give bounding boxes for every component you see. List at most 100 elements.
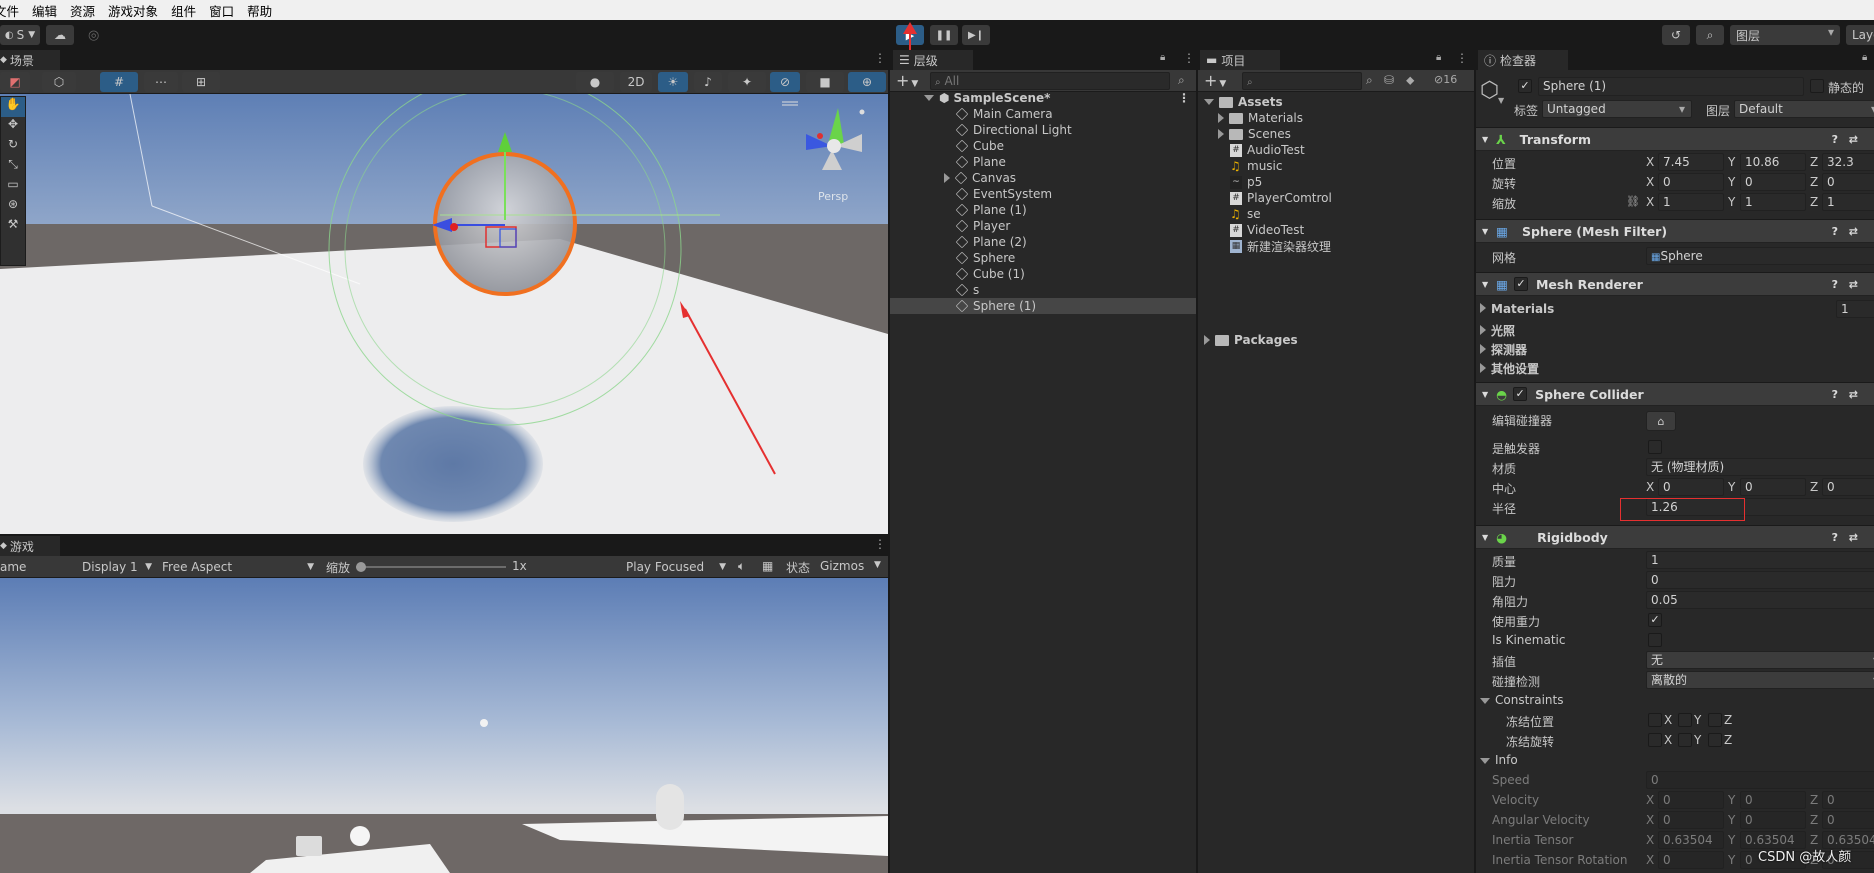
link-icon[interactable]: ⛓ — [1626, 195, 1640, 208]
mass-field[interactable]: 1 — [1646, 551, 1874, 569]
inspector-lock-icon[interactable]: 🔒︎ — [1862, 52, 1867, 63]
game-view-dropdown[interactable]: ame — [0, 557, 70, 577]
materials-count-field[interactable]: 1 — [1836, 300, 1874, 318]
interpolate-dropdown[interactable]: 无 — [1646, 651, 1874, 669]
vector-z-field[interactable]: 0 — [1822, 173, 1874, 191]
lighting-foldout[interactable]: 光照 — [1480, 322, 1515, 339]
vector-z-field[interactable]: 1 — [1822, 193, 1874, 211]
orientation-gizmo-icon[interactable] — [792, 106, 872, 176]
lighting-button[interactable]: ☀ — [658, 72, 688, 92]
menu-edit[interactable]: 编辑 — [32, 1, 57, 20]
vector-z-field[interactable]: 0 — [1822, 478, 1874, 496]
object-name-field[interactable]: Sphere (1) — [1538, 77, 1804, 96]
help-icon[interactable]: ? — [1832, 388, 1838, 401]
project-item[interactable]: # VideoTest — [1230, 222, 1304, 238]
grid-snap-button[interactable]: # — [100, 72, 138, 92]
expand-arrow-icon[interactable] — [1218, 113, 1224, 123]
render-mode-button[interactable]: ● — [576, 72, 614, 92]
create-asset-button[interactable]: + ▼ — [1204, 71, 1226, 90]
expand-arrow-icon[interactable] — [1218, 129, 1224, 139]
freeze-z-checkbox[interactable] — [1708, 733, 1722, 747]
vector-y-field[interactable]: 10.86 — [1740, 153, 1806, 171]
preset-icon[interactable]: ⇄ — [1849, 225, 1858, 238]
project-item[interactable]: Scenes — [1218, 126, 1291, 142]
project-menu-icon[interactable]: ⋮ — [1456, 51, 1468, 65]
menu-assets[interactable]: 资源 — [70, 1, 95, 20]
project-item[interactable]: # AudioTest — [1230, 142, 1305, 158]
tab-project[interactable]: ▬ 项目 — [1200, 50, 1280, 70]
mute-icon[interactable]: 🔈︎ — [738, 559, 745, 574]
rigidbody-header[interactable]: ▼ ◕ Rigidbody ? ⇄ — [1476, 525, 1874, 549]
transform-header[interactable]: ▼ ⅄ Transform ? ⇄ — [1476, 127, 1874, 151]
freeze-y-checkbox[interactable] — [1678, 733, 1692, 747]
preset-icon[interactable]: ⇄ — [1849, 531, 1858, 544]
scale-tool-icon[interactable]: ⤡ — [1, 157, 25, 177]
search-by-type-icon[interactable]: ⌕ — [1366, 73, 1373, 88]
project-item[interactable]: # PlayerComtrol — [1230, 190, 1332, 206]
drag-field[interactable]: 0 — [1646, 571, 1874, 589]
aspect-dropdown[interactable]: Free Aspect ▼ — [158, 557, 318, 577]
tab-scene[interactable]: ◆ 场景 — [0, 50, 60, 70]
game-viewport[interactable] — [0, 578, 888, 873]
hierarchy-item[interactable]: Main Camera — [890, 106, 1196, 122]
account-dropdown[interactable]: ◐ S ▼ — [0, 25, 40, 45]
scene-viewport[interactable]: Persp ✋ ✥ ↻ ⤡ ▭ ⊛ ⚒ — [0, 94, 888, 534]
hand-tool-icon[interactable]: ✋ — [1, 97, 25, 117]
hierarchy-item[interactable]: Plane (2) — [890, 234, 1196, 250]
vector-x-field[interactable]: 0 — [1658, 478, 1724, 496]
tab-inspector[interactable]: ⓘ 检查器 — [1478, 50, 1568, 70]
snap-increment-button[interactable]: ⋯ — [144, 72, 178, 92]
expand-arrow-icon[interactable] — [944, 173, 950, 183]
project-search-input[interactable]: ⌕ — [1242, 72, 1362, 90]
effects-button[interactable]: ✦ — [728, 72, 766, 92]
hierarchy-item[interactable]: EventSystem — [890, 186, 1196, 202]
preset-icon[interactable]: ⇄ — [1849, 133, 1858, 146]
sphere-collider-header[interactable]: ▼ ◓ ✓ Sphere Collider ? ⇄ — [1476, 382, 1874, 406]
audio-button[interactable]: ♪ — [694, 72, 722, 92]
gizmos-dropdown[interactable]: Gizmos — [820, 559, 864, 573]
project-lock-icon[interactable]: 🔒︎ — [1436, 52, 1441, 63]
scene-menu-icon[interactable]: ⋮ — [874, 51, 886, 65]
game-menu-icon[interactable]: ⋮ — [874, 537, 886, 551]
chevron-down-icon[interactable]: ▼ — [874, 560, 881, 570]
freeze-x-checkbox[interactable] — [1648, 713, 1662, 727]
freeze-z-checkbox[interactable] — [1708, 713, 1722, 727]
packages-folder-row[interactable]: Packages — [1204, 332, 1298, 348]
tag-dropdown[interactable]: Untagged — [1542, 100, 1692, 118]
hierarchy-item[interactable]: s — [890, 282, 1196, 298]
preset-icon[interactable]: ⇄ — [1849, 388, 1858, 401]
mesh-renderer-enabled-checkbox[interactable]: ✓ — [1513, 277, 1528, 291]
hierarchy-item[interactable]: Sphere — [890, 250, 1196, 266]
project-item[interactable]: ♫ music — [1230, 158, 1282, 174]
grid-toggle-icon[interactable]: ▦ — [762, 559, 773, 573]
layout-dropdown[interactable]: Layout — [1846, 25, 1874, 45]
hierarchy-item[interactable]: Plane — [890, 154, 1196, 170]
vector-y-field[interactable]: 0 — [1740, 173, 1806, 191]
persp-label[interactable]: Persp — [818, 190, 848, 203]
step-button[interactable]: ▶❙ — [962, 25, 990, 45]
rotate-tool-icon[interactable]: ↻ — [1, 137, 25, 157]
vector-y-field[interactable]: 1 — [1740, 193, 1806, 211]
menu-window[interactable]: 窗口 — [209, 1, 234, 20]
rect-tool-icon[interactable]: ▭ — [1, 177, 25, 197]
hierarchy-item[interactable]: Directional Light — [890, 122, 1196, 138]
add-object-button[interactable]: + ▼ — [896, 71, 918, 90]
materials-foldout[interactable]: Materials — [1480, 302, 1554, 316]
project-item[interactable]: ▦ 新建渲染器纹理 — [1230, 238, 1331, 254]
help-icon[interactable]: ? — [1832, 531, 1838, 544]
hidden-objects-button[interactable]: ⊘ — [770, 72, 800, 92]
menu-gameobject[interactable]: 游戏对象 — [108, 1, 158, 20]
scale-slider[interactable] — [356, 562, 506, 572]
hierarchy-lock-icon[interactable]: 🔒︎ — [1160, 52, 1165, 63]
gizmos-toggle[interactable]: ⊕ — [848, 72, 886, 92]
mesh-filter-header[interactable]: ▼ ▦ Sphere (Mesh Filter) ? ⇄ — [1476, 219, 1874, 243]
collab-icon[interactable]: ◎ — [88, 28, 99, 43]
scene-root-row[interactable]: ⬢ SampleScene* ⋮ — [924, 90, 1194, 106]
hierarchy-item[interactable]: Canvas — [890, 170, 1196, 186]
scene-menu-dots-icon[interactable]: ⋮ — [1178, 91, 1190, 105]
display-dropdown[interactable]: Display 1 ▼ — [76, 557, 156, 577]
chevron-down-icon[interactable]: ▼ — [1498, 96, 1504, 105]
hierarchy-item[interactable]: Cube — [890, 138, 1196, 154]
cube-view-dropdown[interactable]: ⬡ — [42, 72, 76, 92]
freeze-x-checkbox[interactable] — [1648, 733, 1662, 747]
